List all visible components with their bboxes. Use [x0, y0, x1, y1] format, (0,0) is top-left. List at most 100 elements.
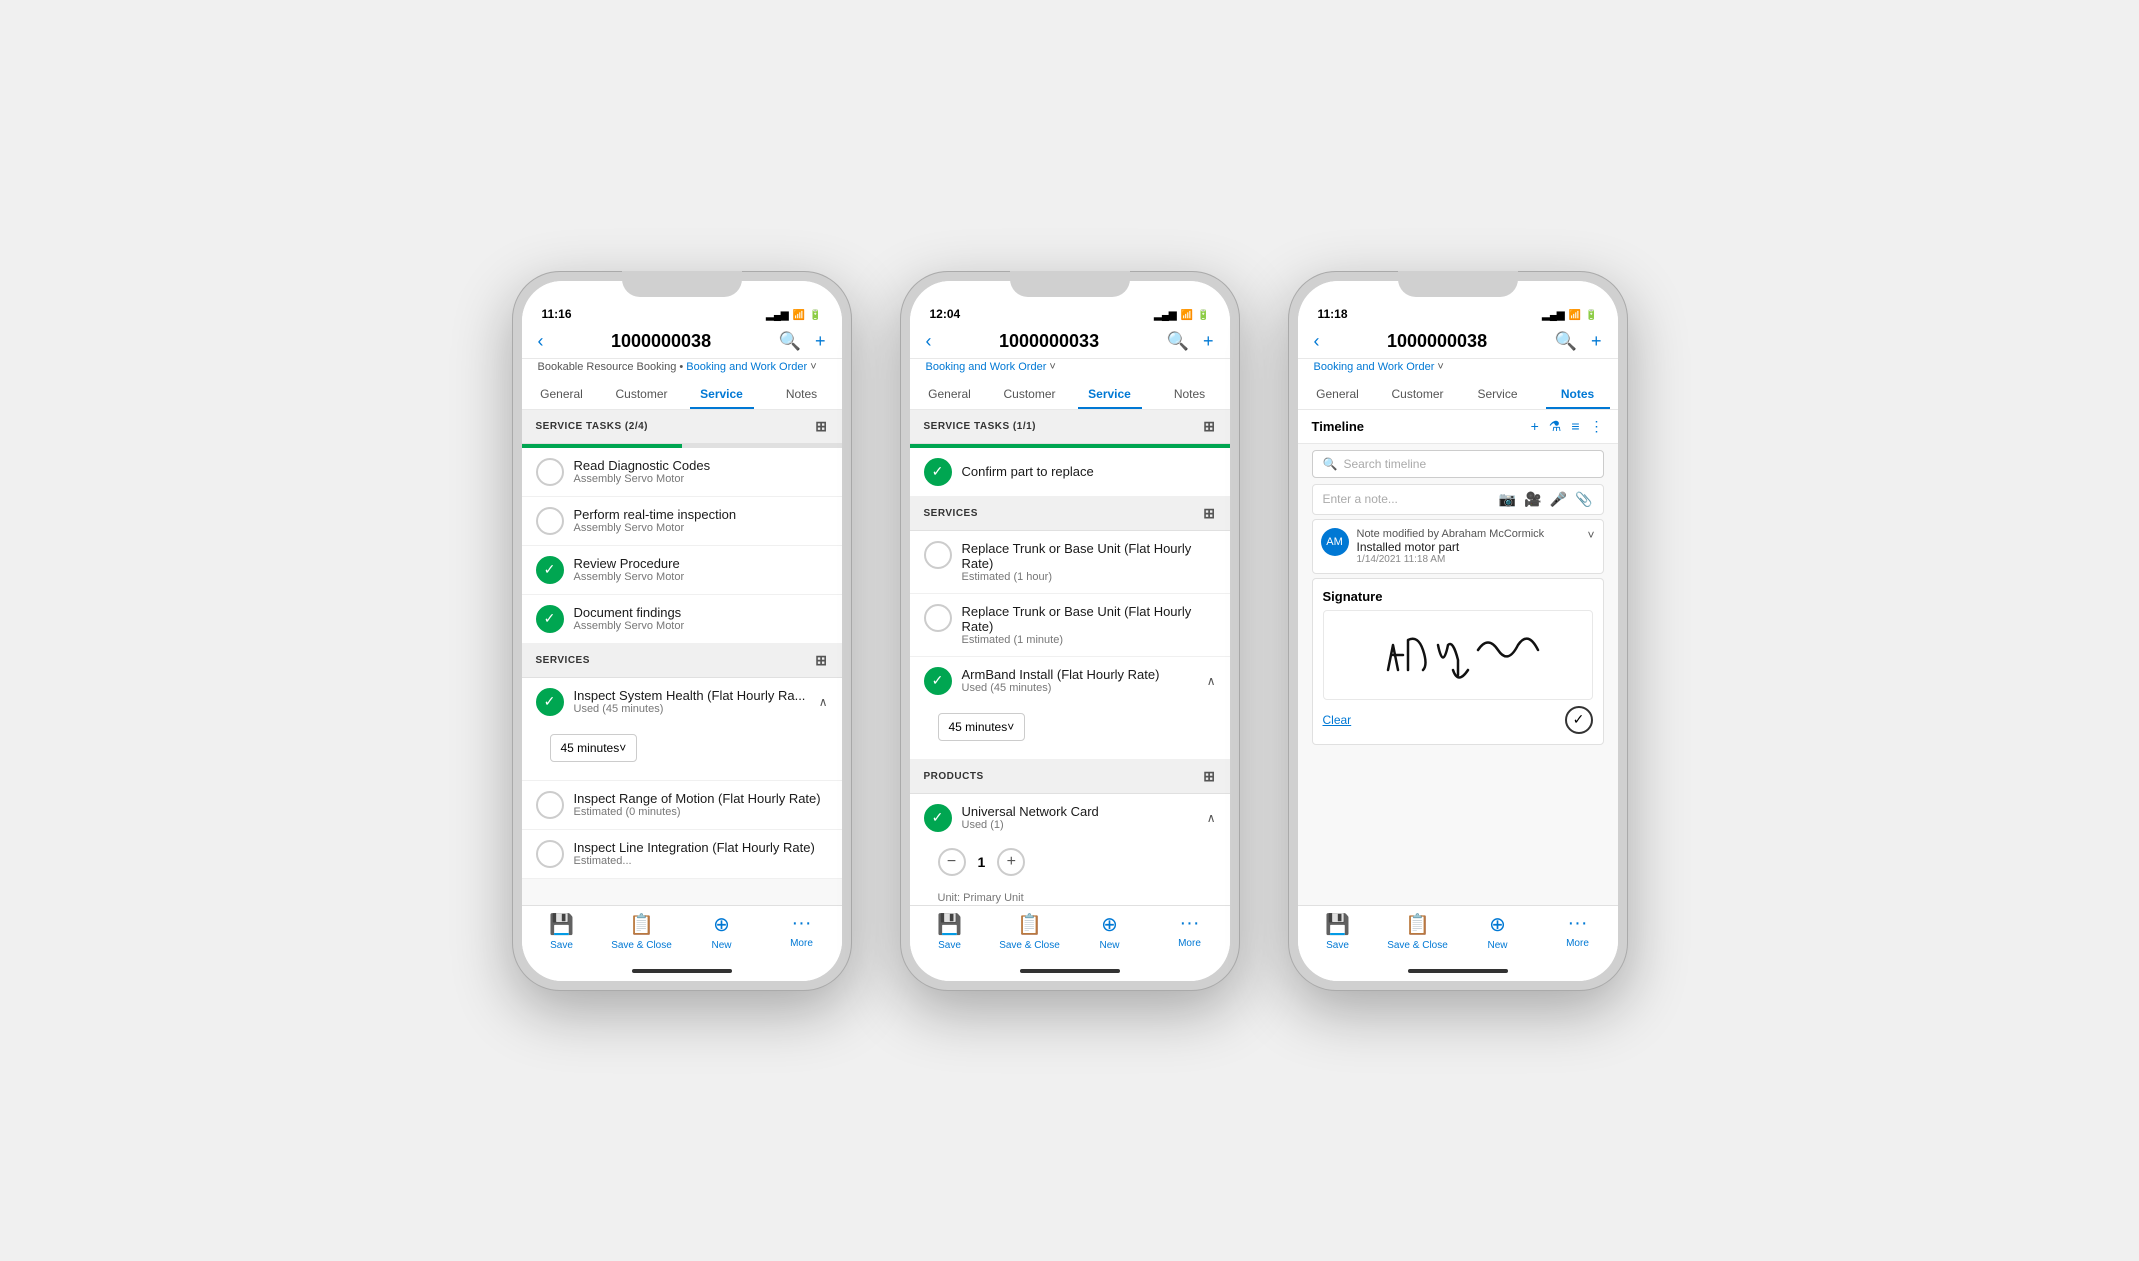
note-placeholder-3: Enter a note... [1323, 492, 1398, 506]
tab-notes-3[interactable]: Notes [1538, 379, 1618, 409]
video-icon[interactable]: 🎥 [1524, 491, 1541, 508]
subtitle-link-1[interactable]: Booking and Work Order [686, 361, 807, 373]
entry-expand-3[interactable]: ˅ [1587, 528, 1594, 542]
more-button-3[interactable]: ··· More [1538, 912, 1618, 951]
more-button-1[interactable]: ··· More [762, 912, 842, 951]
confirm-button-3[interactable]: ✓ [1565, 706, 1593, 734]
save-close-button-1[interactable]: 📋 Save & Close [602, 912, 682, 951]
product-check-2-1[interactable]: ✓ [924, 804, 952, 832]
entry-text-3: Note modified by Abraham McCormick Insta… [1357, 528, 1580, 565]
service-item-3[interactable]: Inspect Line Integration (Flat Hourly Ra… [522, 830, 842, 879]
service-check-3[interactable] [536, 840, 564, 868]
service-check-2-1[interactable] [924, 541, 952, 569]
service-check-2-2[interactable] [924, 604, 952, 632]
save-button-3[interactable]: 💾 Save [1298, 912, 1378, 951]
service-item-2-2[interactable]: Replace Trunk or Base Unit (Flat Hourly … [910, 594, 1230, 657]
section-tasks-icon-1[interactable]: ⊞ [815, 418, 827, 435]
section-tasks-icon-2[interactable]: ⊞ [1203, 418, 1215, 435]
product-item-2-1[interactable]: ✓ Universal Network Card Used (1) ∧ − 1 … [910, 794, 1230, 905]
task-name-4: Document findings [574, 605, 828, 620]
tab-customer-2[interactable]: Customer [990, 379, 1070, 409]
save-close-button-3[interactable]: 📋 Save & Close [1378, 912, 1458, 951]
chevron-1[interactable]: ∧ [819, 695, 828, 709]
chevron-product-2-1[interactable]: ∧ [1207, 811, 1216, 825]
notch-3 [1398, 271, 1518, 297]
tab-general-3[interactable]: General [1298, 379, 1378, 409]
task-check-3[interactable]: ✓ [536, 556, 564, 584]
chevron-2-3[interactable]: ∧ [1207, 674, 1216, 688]
task-item-3[interactable]: ✓ Review Procedure Assembly Servo Motor [522, 546, 842, 595]
mic-icon[interactable]: 🎤 [1550, 491, 1567, 508]
new-button-1[interactable]: ⊕ New [682, 912, 762, 951]
task-item-1[interactable]: Read Diagnostic Codes Assembly Servo Mot… [522, 448, 842, 497]
tab-general-1[interactable]: General [522, 379, 602, 409]
service-info-2-3: ArmBand Install (Flat Hourly Rate) Used … [962, 667, 1197, 694]
more-button-2[interactable]: ··· More [1150, 912, 1230, 951]
task-check-4[interactable]: ✓ [536, 605, 564, 633]
service-item-2-1[interactable]: Replace Trunk or Base Unit (Flat Hourly … [910, 531, 1230, 594]
back-button-2[interactable]: ‹ [926, 331, 932, 352]
tab-service-2[interactable]: Service [1070, 379, 1150, 409]
section-services-icon-2[interactable]: ⊞ [1203, 505, 1215, 522]
qty-minus-2-1[interactable]: − [938, 848, 966, 876]
new-button-2[interactable]: ⊕ New [1070, 912, 1150, 951]
timeline-more-icon[interactable]: ⋮ [1590, 418, 1604, 435]
task-item-2[interactable]: Perform real-time inspection Assembly Se… [522, 497, 842, 546]
save-button-1[interactable]: 💾 Save [522, 912, 602, 951]
section-tasks-label-2: SERVICE TASKS (1/1) [924, 421, 1037, 432]
tab-customer-1[interactable]: Customer [602, 379, 682, 409]
new-button-3[interactable]: ⊕ New [1458, 912, 1538, 951]
timeline-list-icon[interactable]: ≡ [1571, 418, 1579, 435]
home-indicator-2 [910, 961, 1230, 981]
task-check-1[interactable] [536, 458, 564, 486]
task-check-2-1[interactable]: ✓ [924, 458, 952, 486]
service-check-2-3[interactable]: ✓ [924, 667, 952, 695]
service-item-2-3[interactable]: ✓ ArmBand Install (Flat Hourly Rate) Use… [910, 657, 1230, 760]
task-item-4[interactable]: ✓ Document findings Assembly Servo Motor [522, 595, 842, 644]
service-check-2[interactable] [536, 791, 564, 819]
record-title-3: 1000000038 [1387, 331, 1487, 352]
note-input-3[interactable]: Enter a note... 📷 🎥 🎤 📎 [1312, 484, 1604, 515]
tab-service-3[interactable]: Service [1458, 379, 1538, 409]
search-icon-1[interactable]: 🔍 [779, 331, 801, 352]
search-bar-3[interactable]: 🔍 Search timeline [1312, 450, 1604, 478]
add-icon-2[interactable]: + [1203, 331, 1214, 352]
save-button-2[interactable]: 💾 Save [910, 912, 990, 951]
subtitle-link-3[interactable]: Booking and Work Order [1314, 361, 1435, 373]
dropdown-1[interactable]: 45 minutes ˅ [550, 734, 638, 762]
tab-general-2[interactable]: General [910, 379, 990, 409]
section-services-label-2: SERVICES [924, 508, 978, 519]
task-check-2[interactable] [536, 507, 564, 535]
save-close-button-2[interactable]: 📋 Save & Close [990, 912, 1070, 951]
signal-icon: ▂▄▆ [766, 310, 788, 321]
service-check-1[interactable]: ✓ [536, 688, 564, 716]
tab-notes-2[interactable]: Notes [1150, 379, 1230, 409]
task-item-2-1[interactable]: ✓ Confirm part to replace [910, 448, 1230, 497]
timeline-entry-header-3: AM Note modified by Abraham McCormick In… [1321, 528, 1595, 565]
qty-plus-2-1[interactable]: + [997, 848, 1025, 876]
tab-service-1[interactable]: Service [682, 379, 762, 409]
service-item-2[interactable]: Inspect Range of Motion (Flat Hourly Rat… [522, 781, 842, 830]
add-icon-1[interactable]: + [815, 331, 826, 352]
timeline-filter-icon[interactable]: ⚗ [1549, 418, 1562, 435]
signature-actions-3: Clear ✓ [1323, 706, 1593, 734]
back-button-3[interactable]: ‹ [1314, 331, 1320, 352]
app-header-1: ‹ 1000000038 🔍 + [522, 325, 842, 359]
search-icon-3[interactable]: 🔍 [1555, 331, 1577, 352]
section-services-icon-1[interactable]: ⊞ [815, 652, 827, 669]
dropdown-2-3[interactable]: 45 minutes ˅ [938, 713, 1026, 741]
tab-customer-3[interactable]: Customer [1378, 379, 1458, 409]
timeline-add-icon[interactable]: + [1531, 418, 1539, 435]
subtitle-link-2[interactable]: Booking and Work Order [926, 361, 1047, 373]
attach-icon[interactable]: 📎 [1575, 491, 1592, 508]
service-name-2-3: ArmBand Install (Flat Hourly Rate) [962, 667, 1197, 682]
back-button-1[interactable]: ‹ [538, 331, 544, 352]
task-sub-3: Assembly Servo Motor [574, 571, 828, 583]
tab-notes-1[interactable]: Notes [762, 379, 842, 409]
clear-button-3[interactable]: Clear [1323, 713, 1352, 727]
service-item-1[interactable]: ✓ Inspect System Health (Flat Hourly Ra.… [522, 678, 842, 781]
add-icon-3[interactable]: + [1591, 331, 1602, 352]
section-products-icon-2[interactable]: ⊞ [1203, 768, 1215, 785]
camera-icon[interactable]: 📷 [1499, 491, 1516, 508]
search-icon-2[interactable]: 🔍 [1167, 331, 1189, 352]
